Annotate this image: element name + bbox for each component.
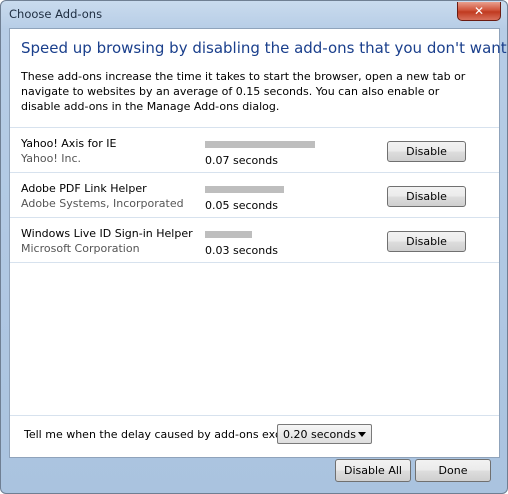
close-button[interactable]: ✕ (457, 2, 501, 21)
addon-list: Yahoo! Axis for IE Yahoo! Inc. 0.07 seco… (10, 127, 499, 263)
page-title: Speed up browsing by disabling the add-o… (21, 39, 507, 57)
delay-bar-fill (205, 141, 315, 148)
delay-bar (205, 141, 315, 148)
threshold-label: Tell me when the delay caused by add-ons… (24, 428, 311, 441)
delay-text: 0.05 seconds (205, 199, 278, 212)
choose-addons-dialog: Choose Add-ons ✕ Speed up browsing by di… (0, 0, 508, 494)
addon-name: Yahoo! Axis for IE (21, 137, 117, 150)
delay-text: 0.07 seconds (205, 154, 278, 167)
window-title: Choose Add-ons (9, 7, 103, 21)
divider (10, 262, 499, 263)
list-item: Adobe PDF Link Helper Adobe Systems, Inc… (10, 173, 499, 217)
addon-name: Windows Live ID Sign-in Helper (21, 227, 193, 240)
delay-text: 0.03 seconds (205, 244, 278, 257)
delay-bar (205, 186, 315, 193)
title-bar: Choose Add-ons ✕ (1, 1, 507, 26)
delay-bar (205, 231, 315, 238)
description-text: These add-ons increase the time it takes… (21, 70, 466, 113)
disable-all-button[interactable]: Disable All (335, 459, 411, 482)
disable-button[interactable]: Disable (387, 186, 466, 207)
list-item: Windows Live ID Sign-in Helper Microsoft… (10, 218, 499, 262)
list-item: Yahoo! Axis for IE Yahoo! Inc. 0.07 seco… (10, 128, 499, 172)
delay-threshold-select[interactable]: 0.20 seconds (277, 424, 372, 444)
disable-button[interactable]: Disable (387, 231, 466, 252)
disable-button[interactable]: Disable (387, 141, 466, 162)
divider (10, 415, 499, 416)
threshold-value: 0.20 seconds (283, 428, 356, 441)
addon-publisher: Adobe Systems, Incorporated (21, 197, 184, 210)
addon-name: Adobe PDF Link Helper (21, 182, 147, 195)
addon-publisher: Yahoo! Inc. (21, 152, 82, 165)
addon-publisher: Microsoft Corporation (21, 242, 140, 255)
close-icon: ✕ (473, 4, 485, 18)
chevron-down-icon (358, 432, 366, 437)
delay-bar-fill (205, 186, 284, 193)
done-button[interactable]: Done (415, 459, 491, 482)
delay-bar-fill (205, 231, 252, 238)
dialog-content: Speed up browsing by disabling the add-o… (9, 28, 507, 458)
